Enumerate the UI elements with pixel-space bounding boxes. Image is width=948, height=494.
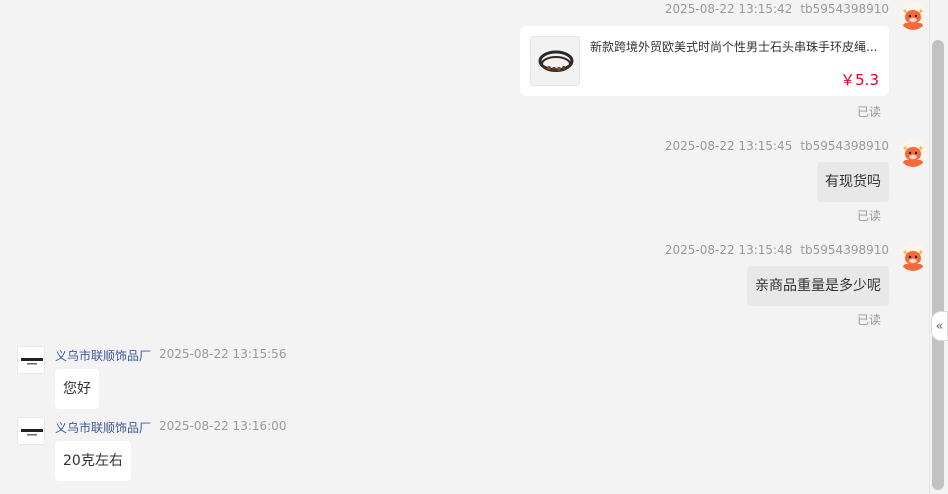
seller-avatar[interactable] [17,417,45,445]
product-title[interactable]: 新款跨境外贸欧美式时尚个性男士石头串珠手环皮绳... [590,38,880,55]
message-bubble: 亲商品重量是多少呢 [747,266,889,306]
message-meta: 2025-08-22 13:15:45 tb5954398910 [665,139,889,153]
message-time: 2025-08-22 13:15:42 [664,2,793,16]
read-status: 已读 [856,105,881,119]
buyer-avatar[interactable] [899,139,927,167]
message-meta: 2025-08-22 13:15:42 tb5954398910 [665,2,889,16]
message-meta: 2025-08-22 13:15:48 tb5954398910 [665,243,889,257]
message-bubble: 您好 [55,369,99,409]
message-time: 2025-08-22 13:16:00 [159,419,287,433]
scrollbar-thumb[interactable] [932,40,944,490]
message-bubble: 20克左右 [55,441,131,481]
read-status: 已读 [856,209,881,223]
double-chevron-left-icon: « [935,318,944,334]
bracelet-image-icon [531,37,579,85]
seller-logo-icon [18,347,44,373]
seller-avatar[interactable] [17,346,45,374]
buyer-avatar[interactable] [899,2,927,30]
product-price: ￥5.3 [840,71,879,89]
product-thumbnail[interactable] [530,36,580,86]
seller-name[interactable]: 义乌市联顺饰品厂 [55,419,151,436]
read-status: 已读 [856,313,881,327]
message-bubble: 有现货吗 [817,162,889,202]
message-time: 2025-08-22 13:15:48 [664,243,793,257]
bull-avatar-icon [899,243,927,271]
message-sender: tb5954398910 [800,139,889,153]
message-time: 2025-08-22 13:15:56 [159,347,287,361]
bull-avatar-icon [899,2,927,30]
collapse-panel-button[interactable]: « [931,311,948,341]
buyer-avatar[interactable] [899,243,927,271]
seller-name[interactable]: 义乌市联顺饰品厂 [55,347,151,364]
message-time: 2025-08-22 13:15:45 [664,139,793,153]
message-sender: tb5954398910 [800,243,889,257]
chat-panel: 2025-08-22 13:15:42 tb5954398910 新款跨境外贸欧… [0,0,930,494]
message-sender: tb5954398910 [800,2,889,16]
bull-avatar-icon [899,139,927,167]
seller-logo-icon [18,418,44,444]
product-card[interactable]: 新款跨境外贸欧美式时尚个性男士石头串珠手环皮绳... ￥5.3 [520,26,889,96]
